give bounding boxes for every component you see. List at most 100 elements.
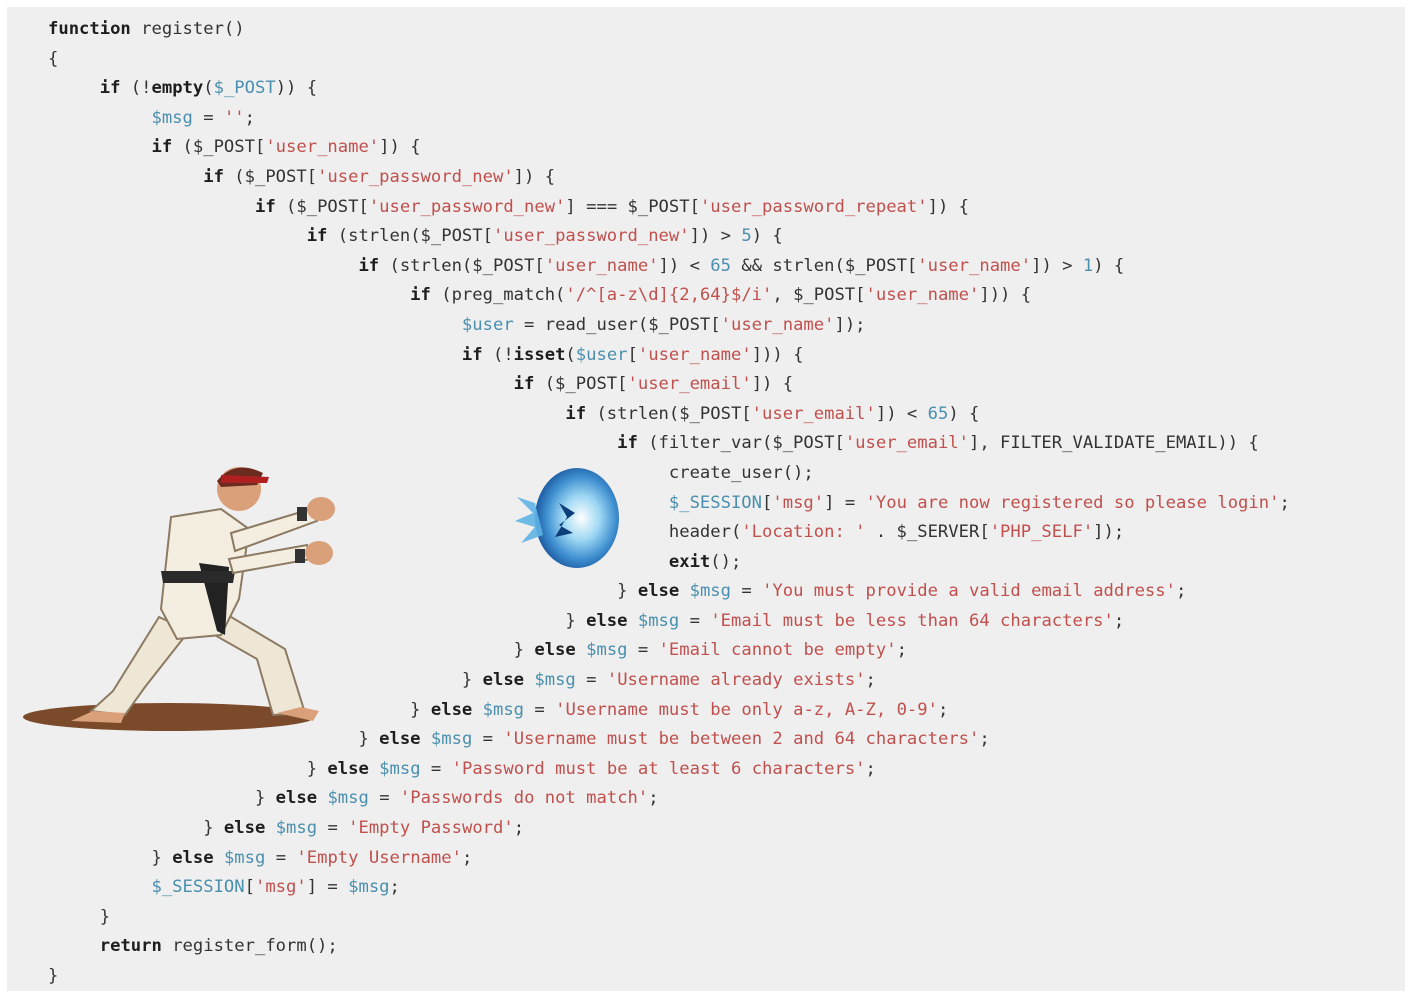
code-token-variable: 1 xyxy=(1082,255,1094,276)
code-token-variable: $_SESSION xyxy=(668,492,763,513)
code-token-plain: ; xyxy=(648,788,659,809)
code-token-plain: ]) { xyxy=(751,374,794,395)
code-token-keyword: if xyxy=(254,196,276,217)
fighter-illustration-icon xyxy=(23,467,335,731)
code-token-plain: ])) { xyxy=(979,285,1032,306)
code-token-plain: ; xyxy=(979,729,990,750)
code-token-plain: (strlen($_POST[ xyxy=(379,255,545,276)
code-line: function register() xyxy=(48,15,1290,45)
code-token-string: 'msg' xyxy=(254,877,307,898)
code-line: } else $msg = 'Empty Username'; xyxy=(48,844,1290,874)
code-token-keyword: else xyxy=(637,581,680,602)
code-line: return register_form(); xyxy=(48,932,1290,962)
code-token-plain: } xyxy=(358,729,380,750)
code-token-plain: . $_SERVER[ xyxy=(865,522,990,543)
code-token-plain: (); xyxy=(710,551,742,572)
code-token-plain: ]); xyxy=(834,314,866,335)
code-token-plain: } xyxy=(254,788,276,809)
code-token-keyword: else xyxy=(379,729,421,750)
code-token-keyword: if xyxy=(461,344,483,365)
code-token-plain: } xyxy=(513,640,535,661)
code-token-string: 'user_name' xyxy=(544,255,659,276)
code-token-plain: ) { xyxy=(1093,255,1125,276)
code-token-variable: 65 xyxy=(927,403,949,424)
code-token-plain: = xyxy=(575,670,607,691)
code-token-keyword: else xyxy=(223,818,266,839)
code-token-plain: } xyxy=(48,966,59,986)
code-token-plain: ]) < xyxy=(875,403,928,424)
code-line: if (!empty($_POST)) { xyxy=(48,74,1290,104)
code-token-string: 'Username must be only a-z, A-Z, 0-9' xyxy=(555,699,938,720)
code-token-plain: = xyxy=(679,610,711,631)
code-token-variable: $msg xyxy=(379,758,421,779)
code-token-string: 'user_email' xyxy=(844,433,969,454)
code-token-plain: ] === $_POST[ xyxy=(565,196,700,217)
code-token-string: 'user_password_new' xyxy=(317,166,514,187)
code-line: } xyxy=(48,962,1290,992)
code-token-plain: = xyxy=(420,758,452,779)
code-token-keyword: if xyxy=(306,226,328,247)
code-token-plain: ; xyxy=(1279,492,1290,513)
code-token-plain: ) { xyxy=(948,403,980,424)
code-token-variable: 65 xyxy=(710,255,731,276)
code-token-keyword: else xyxy=(430,699,473,720)
code-token-keyword: else xyxy=(275,788,318,809)
code-token-keyword: if xyxy=(410,285,431,306)
code-token-plain: ]) { xyxy=(513,166,556,187)
code-token-keyword: isset xyxy=(513,344,566,365)
code-token-string: '/^[a-z\d]{2,64}$/i' xyxy=(565,285,773,306)
code-token-string: 'Username must be between 2 and 64 chara… xyxy=(503,729,980,750)
code-token-keyword: else xyxy=(482,670,525,691)
code-token-plain: create_user(); xyxy=(668,462,814,483)
code-token-keyword: function xyxy=(48,19,131,39)
code-token-plain: (strlen($_POST[ xyxy=(327,226,493,247)
code-token-plain: header( xyxy=(668,522,742,543)
fireball-illustration-icon xyxy=(515,468,619,568)
code-token-plain: [ xyxy=(244,877,255,898)
code-token-variable: $msg xyxy=(275,818,318,839)
code-token-string: 'user_password_new' xyxy=(368,196,566,217)
code-token-plain: ; xyxy=(513,818,525,839)
code-token-keyword: return xyxy=(99,936,162,957)
code-token-plain: ( xyxy=(565,344,576,365)
code-token-keyword: else xyxy=(327,758,369,779)
code-token-variable: $msg xyxy=(586,640,628,661)
code-token-string: 'Email cannot be empty' xyxy=(658,640,897,661)
code-token-variable: $_SESSION xyxy=(151,877,245,898)
code-token-plain: ; xyxy=(244,107,255,128)
code-token-string: 'user_name' xyxy=(265,137,380,158)
code-token-string: 'user_name' xyxy=(637,344,752,365)
code-token-plain: = xyxy=(192,107,224,128)
code-token-plain: ]); xyxy=(1093,522,1125,543)
code-token-variable: $msg xyxy=(482,699,525,720)
code-token-plain: ) { xyxy=(751,226,783,247)
code-token-plain: ] = xyxy=(306,877,349,898)
code-token-plain: = xyxy=(368,788,400,809)
code-token-plain: ], FILTER_VALIDATE_EMAIL)) { xyxy=(969,433,1259,454)
code-token-keyword: else xyxy=(586,610,628,631)
code-token-variable: $msg xyxy=(327,788,369,809)
code-token-variable: $_POST xyxy=(213,78,276,99)
code-token-plain: register_form(); xyxy=(161,936,338,957)
code-token-plain: } xyxy=(151,847,173,868)
code-token-plain: = read_user($_POST[ xyxy=(513,314,721,335)
code-token-variable: $user xyxy=(575,344,628,365)
code-line: if ($_POST['user_password_new'] === $_PO… xyxy=(48,193,1290,223)
code-token-plain: ; xyxy=(865,670,876,691)
code-token-plain: ($_POST[ xyxy=(172,137,266,158)
code-token-keyword: if xyxy=(203,166,224,187)
code-token-string: 'user_name' xyxy=(720,314,835,335)
code-token-plain: , $_POST[ xyxy=(772,285,866,306)
code-token-string: 'Empty Username' xyxy=(296,847,462,868)
code-line: $_SESSION['msg'] = $msg; xyxy=(48,873,1290,903)
code-token-plain: = xyxy=(472,729,504,750)
code-token-plain: (strlen($_POST[ xyxy=(586,403,752,424)
code-token-plain: ]) < xyxy=(658,255,711,276)
